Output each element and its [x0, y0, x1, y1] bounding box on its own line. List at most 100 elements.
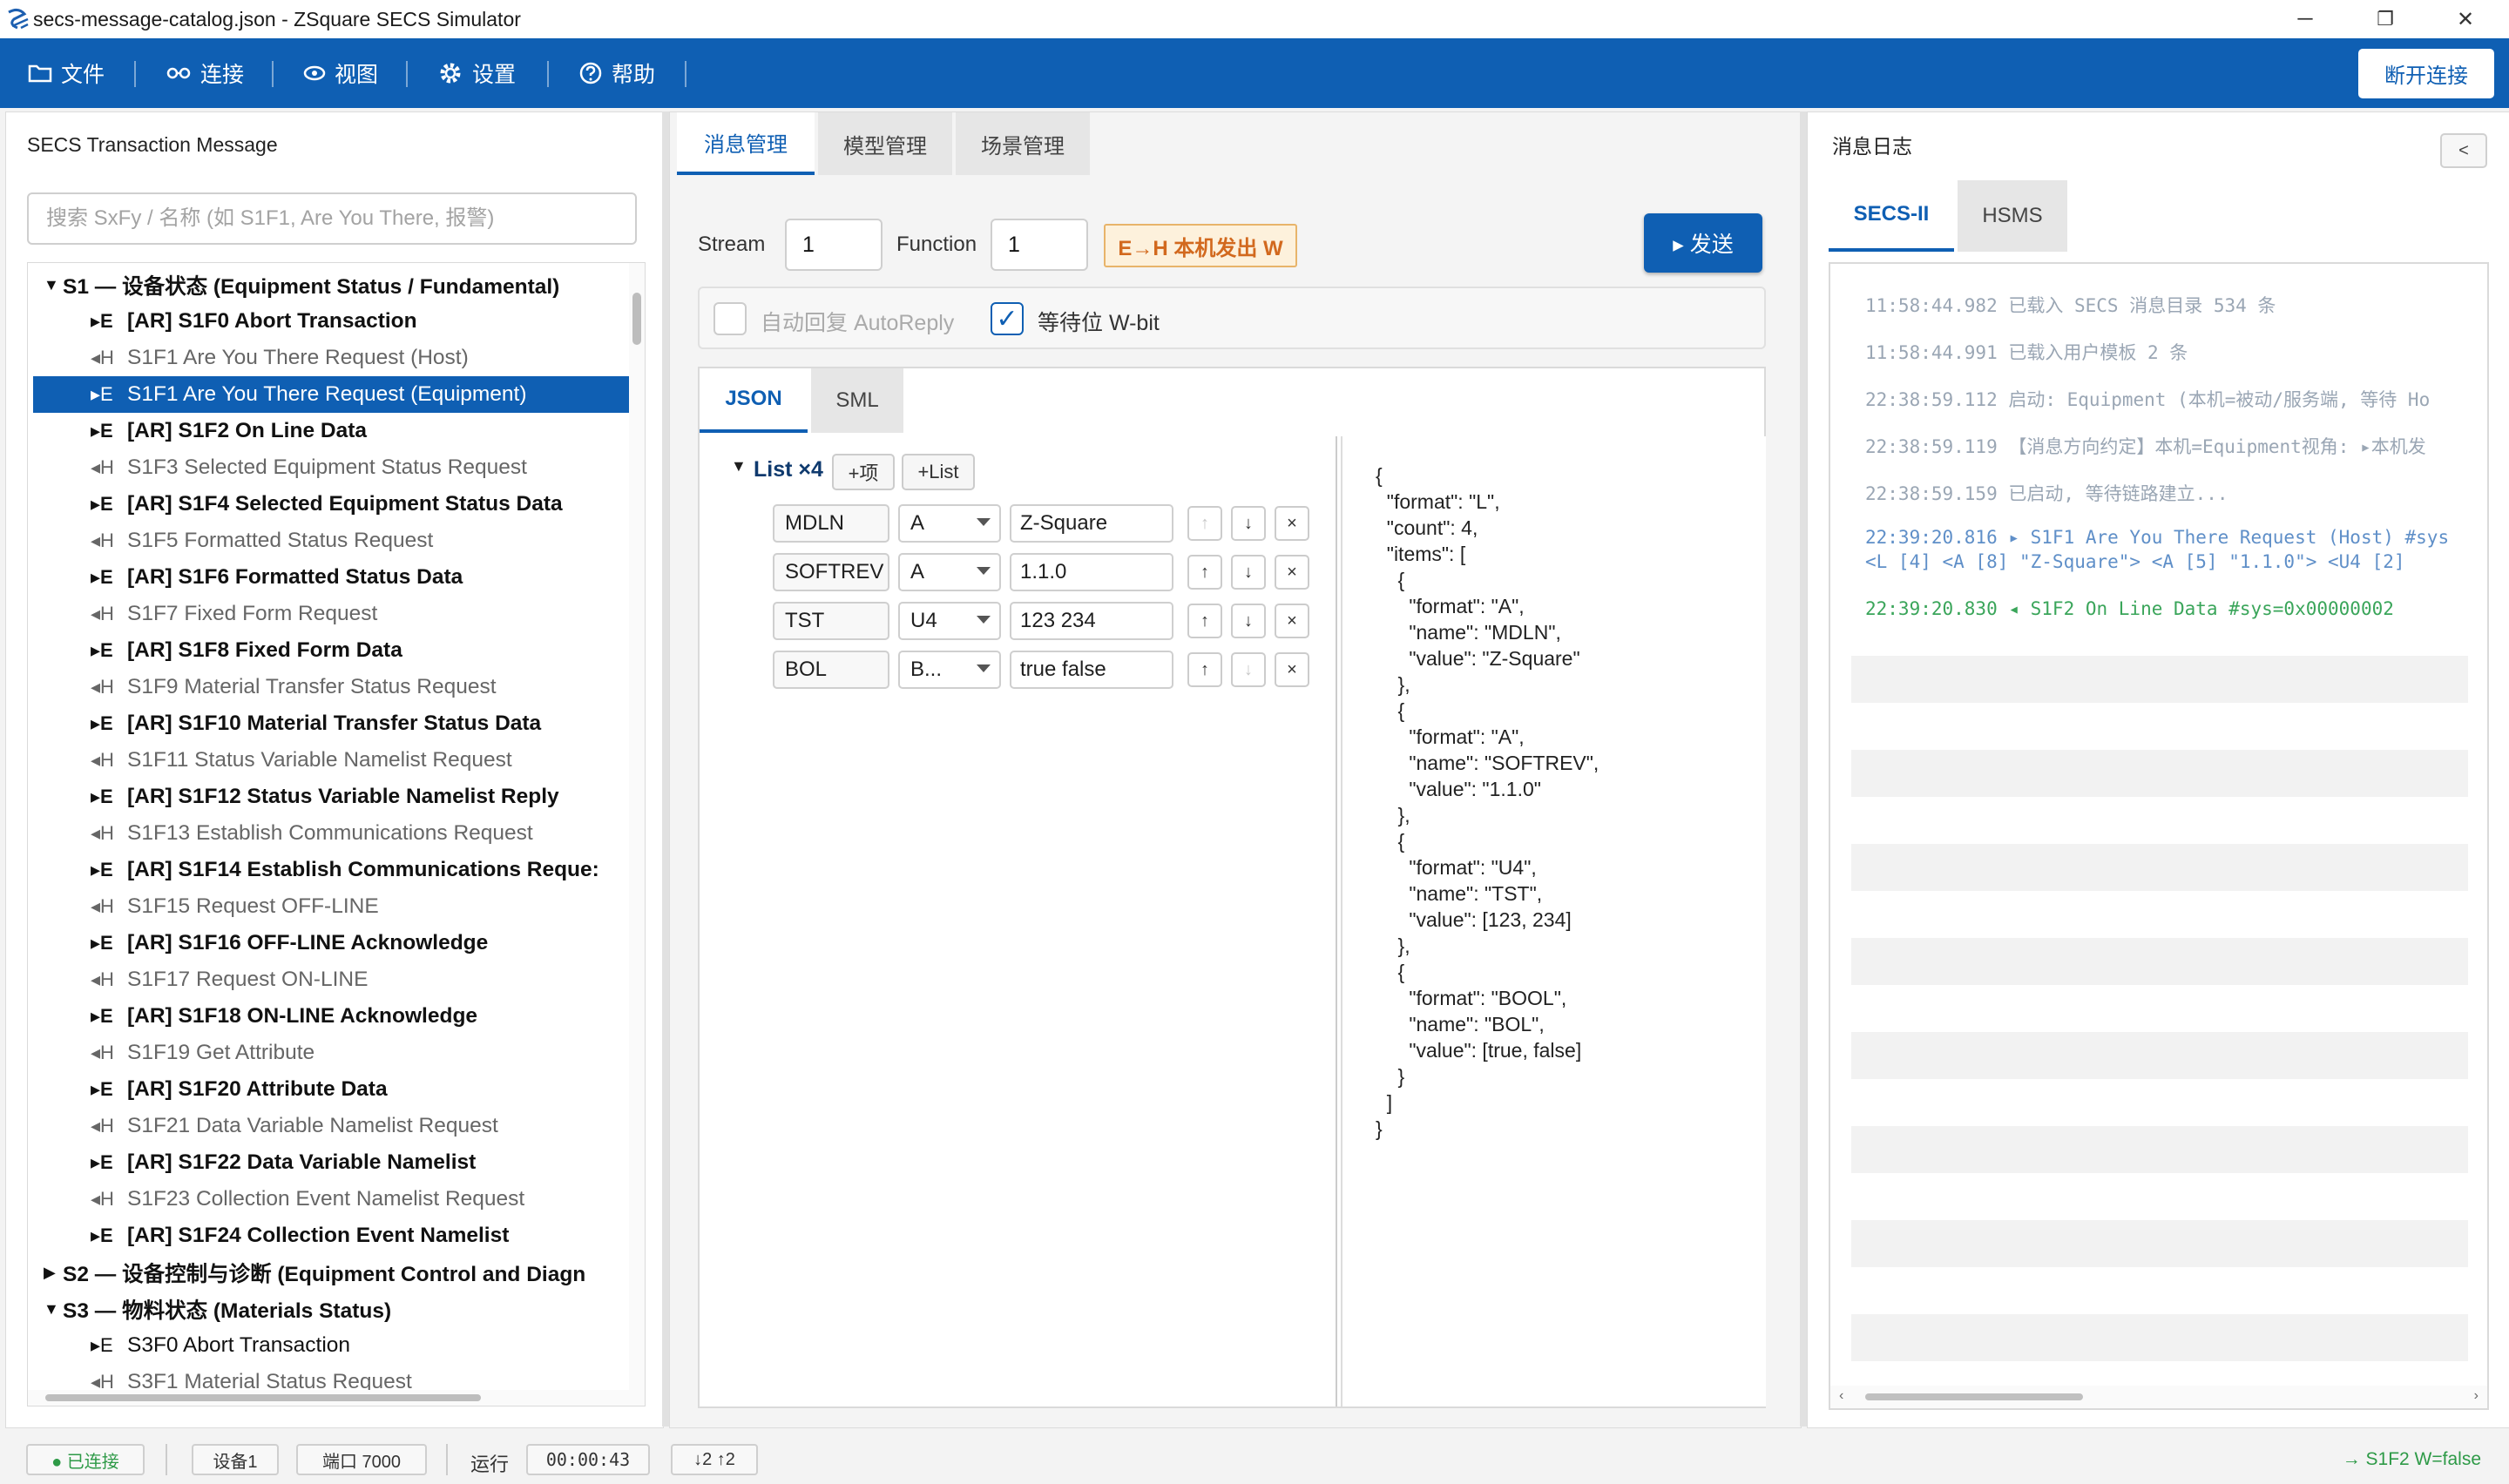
- scrollbar-thumb[interactable]: [45, 1394, 481, 1401]
- search-input[interactable]: [27, 192, 637, 245]
- tab-sml[interactable]: SML: [811, 368, 903, 433]
- autoreply-checkbox[interactable]: [713, 302, 747, 335]
- item-format-select[interactable]: U4: [898, 602, 1001, 640]
- log-entry[interactable]: 22:39:20.830 ◂ S1F2 On Line Data #sys=0x…: [1865, 598, 2394, 619]
- tree-item[interactable]: ▸E [AR] S1F14 Establish Communications Re…: [33, 852, 634, 888]
- tree-item[interactable]: ◂H S1F9 Material Transfer Status Request: [33, 669, 634, 705]
- item-name-field[interactable]: TST: [773, 602, 889, 640]
- close-button[interactable]: ✕: [2425, 0, 2506, 38]
- json-preview[interactable]: { "format": "L", "count": 4, "items": [ …: [1341, 436, 1766, 1406]
- move-up-button[interactable]: ↑: [1187, 555, 1222, 590]
- wbit-checkbox[interactable]: ✓: [991, 302, 1024, 335]
- splitter[interactable]: [662, 111, 669, 1427]
- tree-item[interactable]: ▸E [AR] S1F18 ON-LINE Acknowledge: [33, 998, 634, 1035]
- splitter[interactable]: [1800, 111, 1807, 1427]
- item-value-field[interactable]: 123 234: [1010, 602, 1173, 640]
- expand-caret-icon[interactable]: ▼: [44, 1300, 63, 1319]
- tree-item[interactable]: ▸E [AR] S1F8 Fixed Form Data: [33, 632, 634, 669]
- tree-item[interactable]: ◂H S1F13 Establish Communications Request: [33, 815, 634, 852]
- tree-item[interactable]: ◂H S1F23 Collection Event Namelist Reques…: [33, 1181, 634, 1218]
- disconnect-button[interactable]: 断开连接: [2358, 49, 2494, 98]
- tree-horizontal-scrollbar[interactable]: [28, 1390, 629, 1406]
- item-format-select[interactable]: A: [898, 504, 1001, 543]
- move-down-button[interactable]: ↓: [1231, 506, 1266, 541]
- remove-item-button[interactable]: ×: [1275, 604, 1309, 638]
- tree-item[interactable]: ▸E [AR] S1F16 OFF-LINE Acknowledge: [33, 925, 634, 961]
- tree-item[interactable]: ◂H S1F3 Selected Equipment Status Request: [33, 449, 634, 486]
- item-format-select[interactable]: B...: [898, 651, 1001, 689]
- item-name-field[interactable]: MDLN: [773, 504, 889, 543]
- tree-item[interactable]: ▸E [AR] S1F6 Formatted Status Data: [33, 559, 634, 596]
- scrollbar-thumb[interactable]: [1865, 1393, 2083, 1400]
- minimize-button[interactable]: ─: [2265, 0, 2345, 38]
- tab-message-management[interactable]: 消息管理: [677, 112, 815, 175]
- menu-help[interactable]: 帮助: [578, 38, 655, 108]
- tree-item[interactable]: ▸E [AR] S1F20 Attribute Data: [33, 1071, 634, 1108]
- send-button[interactable]: ▸ 发送: [1644, 213, 1762, 273]
- item-value-field[interactable]: true false: [1010, 651, 1173, 689]
- log-entry[interactable]: 22:38:59.159 已启动, 等待链路建立...: [1865, 480, 2228, 506]
- menu-view[interactable]: 视图: [303, 38, 378, 108]
- tree-group[interactable]: ▼ S3 — 物料状态 (Materials Status): [33, 1291, 645, 1327]
- item-format-select[interactable]: A: [898, 553, 1001, 591]
- move-down-button[interactable]: ↓: [1231, 604, 1266, 638]
- move-up-button[interactable]: ↑: [1187, 506, 1222, 541]
- tree-item[interactable]: ▸E S1F1 Are You There Request (Equipment): [33, 376, 634, 413]
- log-entry[interactable]: 11:58:44.982 已载入 SECS 消息目录 534 条: [1865, 292, 2276, 318]
- tree-item[interactable]: ◂H S1F1 Are You There Request (Host): [33, 340, 634, 376]
- remove-item-button[interactable]: ×: [1275, 652, 1309, 687]
- tree-group[interactable]: ▶ S2 — 设备控制与诊断 (Equipment Control and Dia…: [33, 1254, 645, 1291]
- tab-scenario-management[interactable]: 场景管理: [956, 112, 1090, 175]
- collapse-caret-icon[interactable]: ▶: [44, 1264, 63, 1282]
- function-input[interactable]: 1: [991, 219, 1088, 271]
- restore-button[interactable]: ❐: [2345, 0, 2425, 38]
- item-name-field[interactable]: SOFTREV: [773, 553, 889, 591]
- tree-item[interactable]: ▸E S3F0 Abort Transaction: [33, 1327, 634, 1364]
- tree-item[interactable]: ▸E [AR] S1F4 Selected Equipment Status Da…: [33, 486, 634, 523]
- add-item-button[interactable]: +项: [832, 454, 895, 490]
- menu-file[interactable]: 文件: [28, 38, 105, 108]
- scrollbar-thumb[interactable]: [632, 293, 641, 345]
- move-up-button[interactable]: ↑: [1187, 652, 1222, 687]
- tree-item[interactable]: ▸E [AR] S1F10 Material Transfer Status Da…: [33, 705, 634, 742]
- tree-item[interactable]: ▸E [AR] S1F24 Collection Event Namelist: [33, 1218, 634, 1254]
- log-entry[interactable]: 11:58:44.991 已载入用户模板 2 条: [1865, 339, 2188, 365]
- tree-item[interactable]: ▸E [AR] S1F12 Status Variable Namelist Re…: [33, 779, 634, 815]
- move-down-button[interactable]: ↓: [1231, 652, 1266, 687]
- tree-item[interactable]: ◂H S1F15 Request OFF-LINE: [33, 888, 634, 925]
- tree-item[interactable]: ◂H S1F21 Data Variable Namelist Request: [33, 1108, 634, 1144]
- menu-connect[interactable]: 连接: [166, 38, 244, 108]
- item-value-field[interactable]: 1.1.0: [1010, 553, 1173, 591]
- item-name-field[interactable]: BOL: [773, 651, 889, 689]
- tree-item[interactable]: ▸E [AR] S1F22 Data Variable Namelist: [33, 1144, 634, 1181]
- log-entry[interactable]: <L [4] <A [8] "Z-Square"> <A [5] "1.1.0"…: [1865, 551, 2405, 572]
- scroll-right-icon[interactable]: ›: [2474, 1388, 2479, 1404]
- collapse-caret-icon[interactable]: ▼: [731, 457, 747, 476]
- expand-caret-icon[interactable]: ▼: [44, 276, 63, 294]
- tree-item[interactable]: ◂H S1F11 Status Variable Namelist Request: [33, 742, 634, 779]
- tree-group[interactable]: ▼ S1 — 设备状态 (Equipment Status / Fundament…: [33, 266, 645, 303]
- tree-item[interactable]: ▸E [AR] S1F0 Abort Transaction: [33, 303, 634, 340]
- tab-hsms[interactable]: HSMS: [1958, 180, 2067, 252]
- scroll-left-icon[interactable]: ‹: [1839, 1388, 1843, 1404]
- log-entry[interactable]: 22:38:59.112 启动: Equipment (本机=被动/服务端, 等…: [1865, 386, 2430, 412]
- add-list-button[interactable]: +List: [902, 454, 975, 490]
- tree-item[interactable]: ◂H S1F5 Formatted Status Request: [33, 523, 634, 559]
- remove-item-button[interactable]: ×: [1275, 555, 1309, 590]
- collapse-button[interactable]: <: [2440, 133, 2487, 168]
- move-up-button[interactable]: ↑: [1187, 604, 1222, 638]
- tree-item[interactable]: ◂H S1F19 Get Attribute: [33, 1035, 634, 1071]
- log-entry[interactable]: 22:39:20.816 ▸ S1F1 Are You There Reques…: [1865, 527, 2449, 548]
- tree-item[interactable]: ▸E [AR] S1F2 On Line Data: [33, 413, 634, 449]
- tab-model-management[interactable]: 模型管理: [818, 112, 952, 175]
- menu-settings[interactable]: 设置: [437, 38, 516, 108]
- move-down-button[interactable]: ↓: [1231, 555, 1266, 590]
- item-value-field[interactable]: Z-Square: [1010, 504, 1173, 543]
- log-horizontal-scrollbar[interactable]: ‹ ›: [1830, 1386, 2487, 1408]
- tree-vertical-scrollbar[interactable]: [629, 263, 645, 1406]
- remove-item-button[interactable]: ×: [1275, 506, 1309, 541]
- stream-input[interactable]: 1: [785, 219, 883, 271]
- tree-item[interactable]: ◂H S1F17 Request ON-LINE: [33, 961, 634, 998]
- tab-json[interactable]: JSON: [700, 368, 808, 433]
- tree-item[interactable]: ◂H S1F7 Fixed Form Request: [33, 596, 634, 632]
